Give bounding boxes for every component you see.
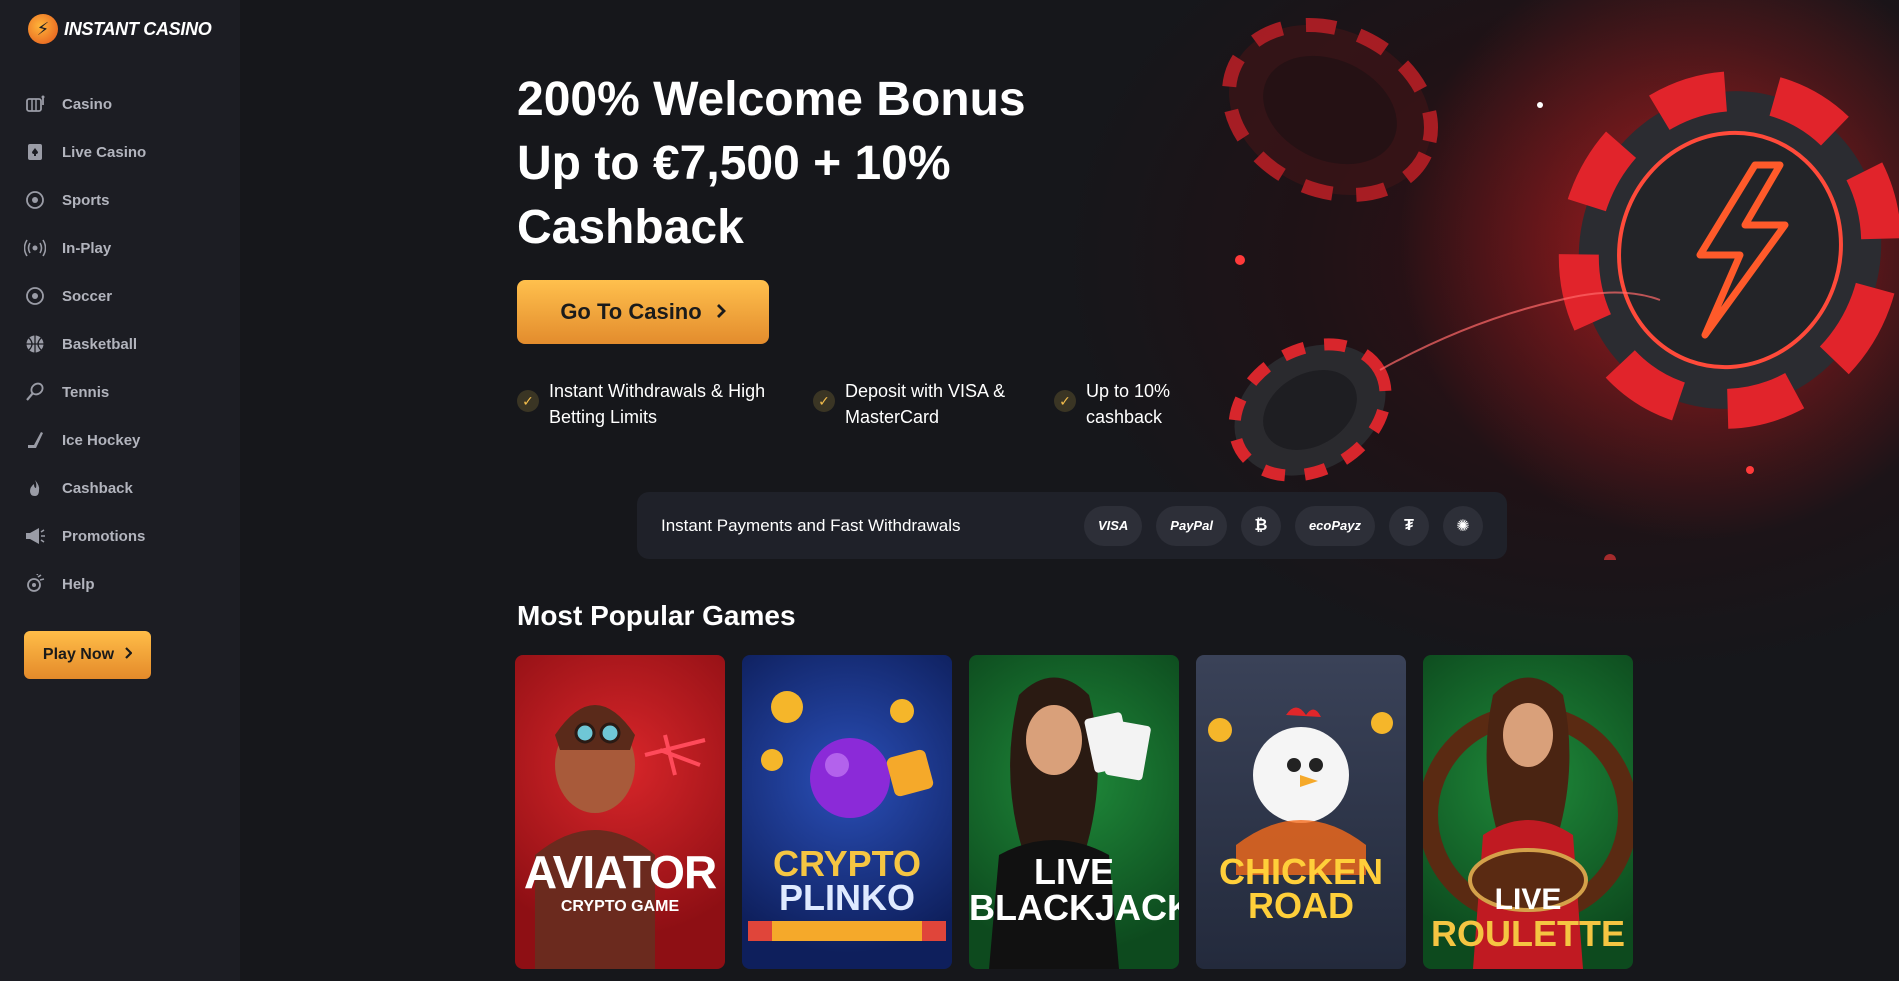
go-to-casino-label: Go To Casino bbox=[560, 299, 702, 324]
megaphone-icon bbox=[24, 525, 46, 547]
bitcoin-icon: ₿ bbox=[1240, 505, 1281, 546]
sidebar-item-cashback[interactable]: Cashback bbox=[0, 464, 240, 512]
tennis-icon bbox=[24, 381, 46, 403]
sidebar-item-sports[interactable]: Sports bbox=[0, 176, 240, 224]
sidebar-item-promotions[interactable]: Promotions bbox=[0, 512, 240, 560]
check-icon: ✓ bbox=[1054, 390, 1076, 412]
hero-features: ✓ Instant Withdrawals & High Betting Lim… bbox=[517, 378, 1181, 430]
game-subtitle: PLINKO bbox=[778, 877, 915, 918]
feature-item: ✓ Up to 10% cashback bbox=[1054, 378, 1181, 430]
go-to-casino-button[interactable]: Go To Casino bbox=[517, 280, 769, 344]
feature-item: ✓ Deposit with VISA & MasterCard bbox=[813, 378, 1020, 430]
sidebar-item-label: Tennis bbox=[62, 383, 110, 401]
sidebar-item-label: Basketball bbox=[62, 335, 138, 353]
lightning-logo-icon: ⚡ bbox=[28, 14, 58, 44]
feature-text: Up to 10% cashback bbox=[1086, 381, 1171, 427]
sidebar-nav: Casino Live Casino Sports In-Play Soccer… bbox=[0, 80, 240, 608]
ball-icon bbox=[24, 189, 46, 211]
sidebar-item-soccer[interactable]: Soccer bbox=[0, 272, 240, 320]
game-card-aviator[interactable]: AVIATOR CRYPTO GAME bbox=[515, 655, 725, 969]
sidebar-item-label: Cashback bbox=[62, 479, 133, 497]
slot-machine-icon bbox=[24, 93, 46, 115]
brand-logo[interactable]: ⚡ INSTANT CASINO bbox=[28, 14, 212, 44]
tether-icon: ₮ bbox=[1389, 505, 1429, 546]
soccer-icon bbox=[24, 285, 46, 307]
cardano-icon: ✺ bbox=[1443, 505, 1483, 546]
games-row: AVIATOR CRYPTO GAME CRYPTO PLINKO LIVE B… bbox=[515, 655, 1633, 969]
sidebar-item-live-casino[interactable]: Live Casino bbox=[0, 128, 240, 176]
game-card-crypto-plinko[interactable]: CRYPTO PLINKO bbox=[742, 655, 952, 969]
basketball-icon bbox=[24, 333, 46, 355]
game-title: AVIATOR bbox=[523, 846, 717, 898]
support-icon bbox=[24, 573, 46, 595]
casino-chips-illustration bbox=[1222, 0, 1899, 560]
game-subtitle: ROULETTE bbox=[1431, 913, 1625, 954]
hockey-stick-icon bbox=[24, 429, 46, 451]
brand-name: INSTANT CASINO bbox=[64, 18, 212, 39]
card-spade-icon bbox=[24, 141, 46, 163]
feature-text: Deposit with VISA & MasterCard bbox=[845, 381, 1006, 427]
sidebar-item-label: Sports bbox=[62, 191, 110, 209]
payments-bar: Instant Payments and Fast Withdrawals VI… bbox=[637, 492, 1507, 559]
broadcast-icon bbox=[24, 237, 46, 259]
ecopayz-logo-icon: ecoPayz bbox=[1294, 505, 1375, 546]
game-subtitle: ROAD bbox=[1248, 885, 1354, 926]
sidebar-item-label: Live Casino bbox=[62, 143, 147, 161]
payment-methods: VISA PayPal ₿ ecoPayz ₮ ✺ bbox=[1083, 505, 1483, 546]
game-title: LIVE bbox=[1494, 883, 1562, 916]
sidebar-item-in-play[interactable]: In-Play bbox=[0, 224, 240, 272]
aviator-pilot-illustration bbox=[535, 705, 706, 969]
sidebar-item-label: Ice Hockey bbox=[62, 431, 141, 449]
flame-icon bbox=[24, 477, 46, 499]
check-icon: ✓ bbox=[813, 390, 835, 412]
game-subtitle: BLACKJACK bbox=[969, 887, 1179, 928]
plinko-ball-illustration bbox=[748, 691, 946, 941]
sidebar-item-casino[interactable]: Casino bbox=[0, 80, 240, 128]
check-icon: ✓ bbox=[517, 390, 539, 412]
game-card-live-roulette[interactable]: LIVE ROULETTE bbox=[1423, 655, 1633, 969]
main-content: 200% Welcome Bonus Up to €7,500 + 10% Ca… bbox=[240, 0, 1899, 981]
game-card-chicken-road[interactable]: CHICKEN ROAD bbox=[1196, 655, 1406, 969]
most-popular-games-title: Most Popular Games bbox=[517, 600, 796, 631]
feature-text: Instant Withdrawals & High Betting Limit… bbox=[549, 381, 766, 427]
sidebar-item-label: Soccer bbox=[62, 287, 113, 305]
paypal-logo-icon: PayPal bbox=[1156, 505, 1227, 546]
play-now-label: Play Now bbox=[42, 646, 115, 663]
sidebar-item-label: Promotions bbox=[62, 527, 146, 545]
chevron-right-icon bbox=[124, 646, 133, 664]
visa-logo-icon: VISA bbox=[1083, 505, 1143, 546]
feature-item: ✓ Instant Withdrawals & High Betting Lim… bbox=[517, 378, 779, 430]
play-now-button[interactable]: Play Now bbox=[24, 631, 151, 679]
chevron-right-icon bbox=[716, 299, 726, 325]
payments-label: Instant Payments and Fast Withdrawals bbox=[661, 515, 961, 535]
sidebar-item-basketball[interactable]: Basketball bbox=[0, 320, 240, 368]
game-subtitle: CRYPTO GAME bbox=[560, 898, 680, 915]
hero-headline: 200% Welcome Bonus Up to €7,500 + 10% Ca… bbox=[517, 73, 1026, 254]
sidebar: ⚡ INSTANT CASINO Casino Live Casino Spor… bbox=[0, 0, 240, 981]
sidebar-item-ice-hockey[interactable]: Ice Hockey bbox=[0, 416, 240, 464]
sidebar-item-help[interactable]: Help bbox=[0, 560, 240, 608]
sidebar-item-tennis[interactable]: Tennis bbox=[0, 368, 240, 416]
game-card-live-blackjack[interactable]: LIVE BLACKJACK bbox=[969, 655, 1179, 969]
sidebar-item-label: Help bbox=[62, 575, 95, 593]
sidebar-item-label: In-Play bbox=[62, 239, 112, 257]
sidebar-item-label: Casino bbox=[62, 95, 113, 113]
